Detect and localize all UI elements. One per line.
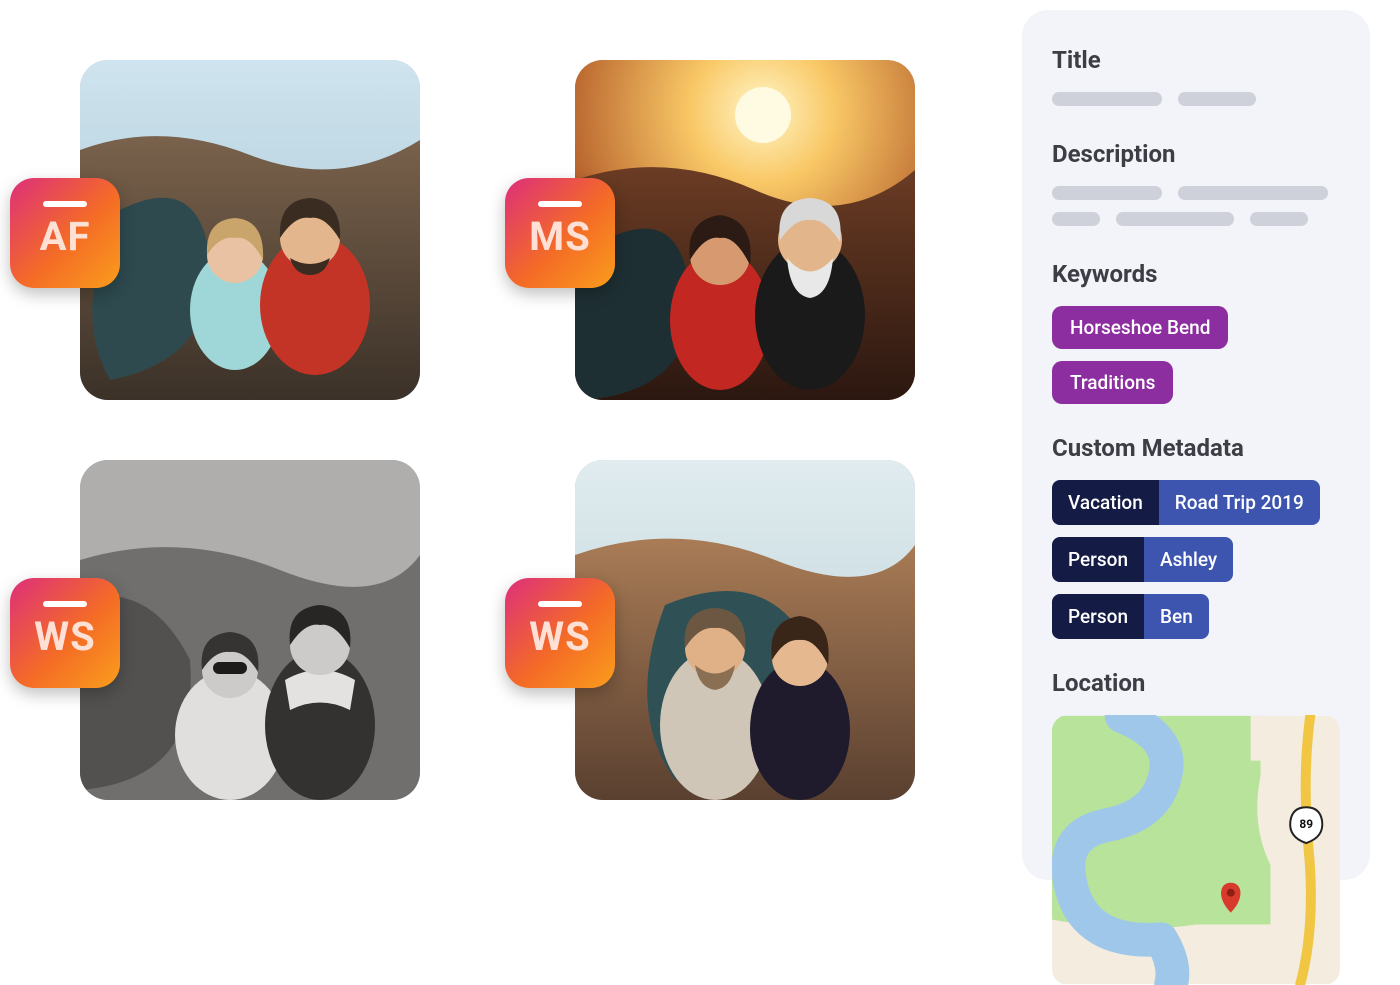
metadata-chip[interactable]: Vacation Road Trip 2019 (1052, 480, 1320, 525)
custom-metadata-label: Custom Metadata (1052, 434, 1340, 462)
metadata-chip[interactable]: Person Ben (1052, 594, 1209, 639)
badge-label: WS (34, 617, 96, 657)
metadata-chip[interactable]: Person Ashley (1052, 537, 1233, 582)
keywords-row: Horseshoe Bend Traditions (1052, 306, 1340, 404)
photo-item[interactable]: WS (575, 460, 915, 800)
badge-label: WS (529, 617, 591, 657)
metadata-value: Ashley (1144, 537, 1233, 582)
description-placeholder (1052, 212, 1340, 226)
rating-badge: AF (10, 178, 120, 288)
badge-label: MS (529, 217, 591, 257)
keyword-chip[interactable]: Traditions (1052, 361, 1173, 404)
metadata-key: Person (1052, 594, 1144, 639)
keywords-label: Keywords (1052, 260, 1340, 288)
photo-thumbnail[interactable] (575, 460, 915, 800)
metadata-value: Ben (1144, 594, 1209, 639)
metadata-key: Vacation (1052, 480, 1159, 525)
badge-bar-icon (538, 201, 582, 207)
badge-bar-icon (538, 601, 582, 607)
photo-item[interactable]: MS (575, 60, 915, 400)
photo-item[interactable]: AF (80, 60, 420, 400)
metadata-value: Road Trip 2019 (1159, 480, 1320, 525)
photo-thumbnail[interactable] (575, 60, 915, 400)
photo-thumbnail[interactable] (80, 460, 420, 800)
photo-thumbnail[interactable] (80, 60, 420, 400)
photo-gallery: AF (0, 60, 960, 800)
badge-label: AF (40, 217, 91, 257)
keyword-chip[interactable]: Horseshoe Bend (1052, 306, 1228, 349)
location-map[interactable]: 89 (1052, 715, 1340, 985)
title-label: Title (1052, 46, 1340, 74)
rating-badge: WS (10, 578, 120, 688)
rating-badge: WS (505, 578, 615, 688)
badge-bar-icon (43, 601, 87, 607)
rating-badge: MS (505, 178, 615, 288)
description-label: Description (1052, 140, 1340, 168)
metadata-key: Person (1052, 537, 1144, 582)
details-panel: Title Description Keywords Horseshoe Ben… (1022, 10, 1370, 880)
custom-metadata-rows: Vacation Road Trip 2019 Person Ashley Pe… (1052, 480, 1340, 639)
title-placeholder (1052, 92, 1340, 106)
location-label: Location (1052, 669, 1340, 697)
description-placeholder (1052, 186, 1340, 200)
route-shield-label: 89 (1299, 817, 1313, 831)
photo-item[interactable]: WS (80, 460, 420, 800)
badge-bar-icon (43, 201, 87, 207)
